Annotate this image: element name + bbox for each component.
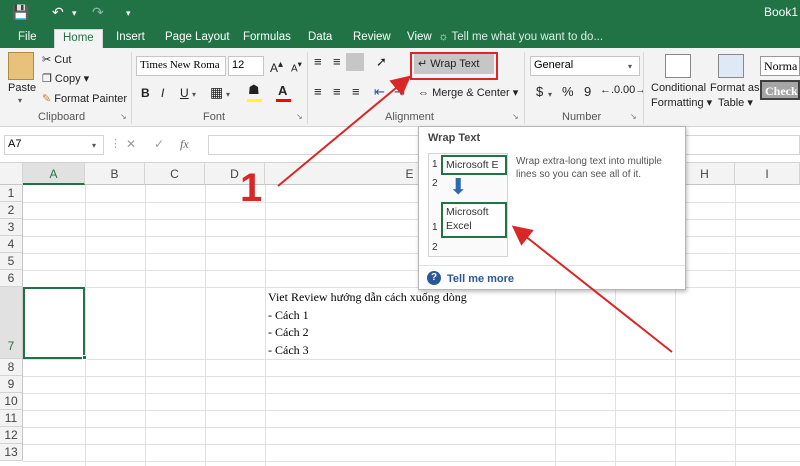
annotation-arrow-to-wrap-text bbox=[277, 75, 412, 187]
annotation-arrows bbox=[277, 75, 673, 353]
annotation-arrow-to-example bbox=[511, 225, 673, 353]
